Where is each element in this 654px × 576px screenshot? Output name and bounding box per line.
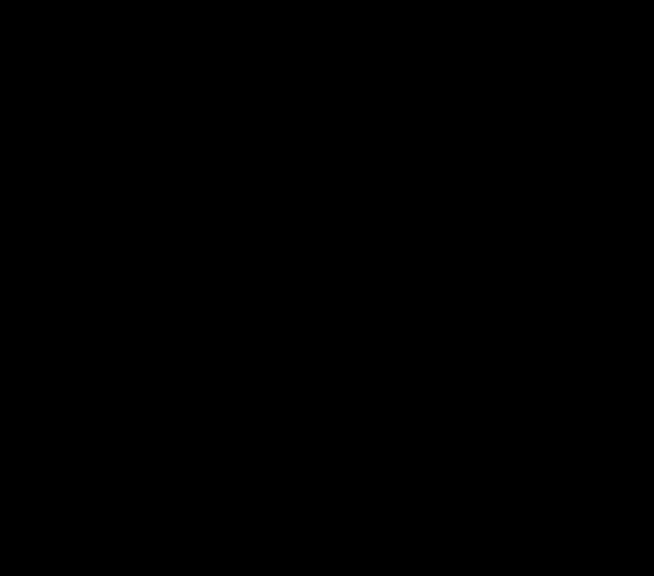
- category-item: Выручка: [126, 58, 318, 76]
- cell-examples: Достижение уровня $2 млрд в 2009 году. У…: [327, 53, 647, 172]
- col-header-kind: Вид бизнес-цели: [7, 7, 117, 53]
- cell-categories: Выручка Чистый доход Расходы Доля рынка: [117, 53, 327, 172]
- cell-kind: Человеческие отношения: [7, 328, 117, 465]
- table-row: Рабочий процесс Завершение проектов Качест…: [7, 173, 647, 329]
- category-item: Доля рынка: [126, 143, 318, 161]
- category-item: Развитие руководителями своих подчиненны…: [126, 424, 318, 460]
- cell-examples: 100 предложений по повышению качества об…: [327, 328, 647, 465]
- category-item: Совместное принятие решений на правлении: [126, 388, 318, 424]
- cell-categories: Участие сотрудников в программе повышени…: [117, 328, 327, 465]
- col-header-examples: Примеры конкретных целей: [327, 7, 647, 53]
- cell-kind: Конечный результат: [7, 53, 117, 172]
- cell-categories: Завершение проектов Качество готовых изде…: [117, 173, 327, 329]
- category-item: Участие сотрудников в программе повышени…: [126, 333, 318, 388]
- table-row: Человеческие отношенияУчастие сотруднико…: [7, 328, 647, 465]
- category-item: Производительно используемое время: [126, 262, 318, 298]
- category-item: Чистый доход: [126, 87, 318, 105]
- cell-kind: Рабочий процесс: [7, 173, 117, 329]
- category-item: Завершение проектов: [126, 178, 318, 196]
- category-item: Расходы: [126, 115, 318, 133]
- cell-examples: Увеличение доли своевременно завершенных…: [327, 173, 647, 329]
- category-item: Текучесть кадров: [126, 234, 318, 252]
- table-header-row: Вид бизнес-цели Категория цели Примеры к…: [7, 7, 647, 53]
- table-row: Конечный результат Выручка Чистый доход Рас…: [7, 53, 647, 172]
- category-item: Качество готовых изделий: [126, 206, 318, 224]
- goals-table: Вид бизнес-цели Категория цели Примеры к…: [6, 6, 648, 466]
- col-header-category: Категория цели: [117, 7, 327, 53]
